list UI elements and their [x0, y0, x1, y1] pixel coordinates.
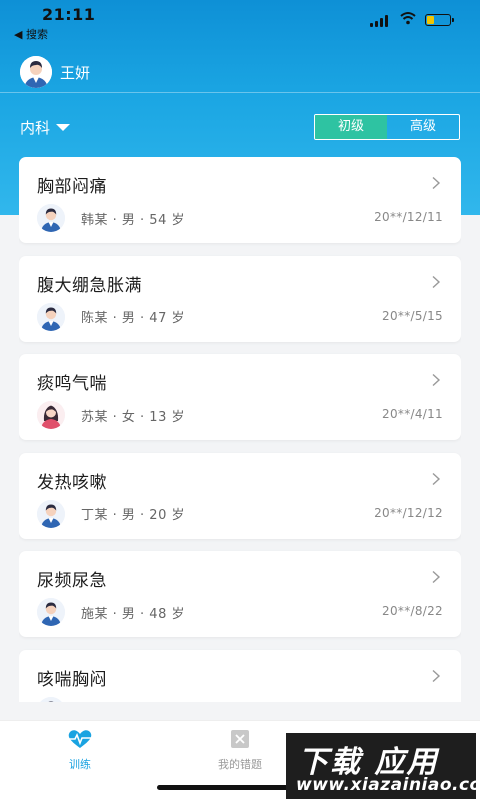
- case-card[interactable]: 尿频尿急施某 · 男 · 48 岁 20**/8/22: [19, 551, 461, 637]
- patient-details: 韩某 · 男 · 54 岁: [81, 212, 185, 228]
- user-name: 王妍: [60, 63, 91, 82]
- cellular-signal-icon: [370, 15, 392, 27]
- patient-details: 陈某 · 男 · 47 岁: [81, 311, 185, 326]
- tab-training[interactable]: 训练: [20, 729, 140, 772]
- patient-avatar: [37, 598, 65, 626]
- patient-info: 韩某 · 男 · 54 岁: [37, 204, 185, 232]
- chevron-right-icon: [432, 669, 441, 682]
- status-bar: 21:11 ◀ 搜索: [0, 0, 480, 41]
- watermark-url: www.xiazainiao.com: [296, 775, 480, 795]
- patient-info: 施某 · 男 · 48 岁: [37, 598, 185, 626]
- patient-details: 施某 · 男 · 48 岁: [81, 606, 185, 622]
- battery-icon: [425, 14, 454, 26]
- case-date: 20**/4/11: [382, 407, 443, 421]
- male-patient-avatar-icon: [37, 204, 65, 232]
- chevron-right-icon: [432, 275, 441, 288]
- case-date: 20**/12/12: [374, 505, 443, 520]
- level-option-basic[interactable]: 初级: [315, 115, 387, 139]
- level-option-advanced[interactable]: 高级: [387, 115, 459, 139]
- patient-info: 苏某 · 女 · 13 岁: [37, 401, 185, 429]
- patient-info: 丁某 · 男 · 20 岁: [37, 499, 185, 528]
- case-title: 咳喘胸闷: [37, 669, 107, 690]
- back-to-search-link[interactable]: ◀ 搜索: [14, 26, 48, 42]
- department-label: 内科: [20, 119, 51, 137]
- case-date: 20**/5/15: [382, 308, 443, 323]
- patient-details: 苏某 · 女 · 13 岁: [81, 409, 185, 425]
- heartbeat-icon: [68, 730, 92, 748]
- chevron-right-icon: [432, 472, 441, 485]
- case-title: 痰鸣气喘: [37, 374, 107, 394]
- patient-info: 陈某 · 男 · 47 岁: [37, 302, 185, 331]
- chevron-right-icon: [432, 176, 441, 190]
- watermark: 下载 应用 www.xiazainiao.com: [286, 733, 480, 799]
- tab-wrong-questions-label: 我的错题: [218, 758, 262, 771]
- patient-avatar: [37, 696, 65, 702]
- chevron-right-icon: [432, 373, 441, 387]
- status-time: 21:11: [42, 5, 96, 24]
- male-patient-avatar-icon: [37, 499, 65, 528]
- wifi-icon: [400, 12, 416, 25]
- case-title: 尿频尿急: [37, 571, 107, 591]
- doctor-avatar-icon: [20, 56, 52, 88]
- case-title: 胸部闷痛: [37, 177, 107, 197]
- patient-avatar: [37, 204, 65, 232]
- case-title: 发热咳嗽: [37, 472, 107, 493]
- level-toggle: 初级 高级: [314, 114, 460, 140]
- department-dropdown[interactable]: 内科: [20, 117, 71, 138]
- case-card[interactable]: 咳喘胸闷: [19, 649, 461, 702]
- case-title: 腹大绷急胀满: [37, 275, 142, 296]
- filter-row: 内科 初级 高级: [20, 114, 460, 140]
- chevron-right-icon: [432, 570, 441, 584]
- user-avatar: [20, 56, 52, 88]
- tab-wrong-questions[interactable]: 我的错题: [180, 729, 300, 772]
- patient-info: [37, 696, 81, 702]
- wrong-questions-icon: [231, 730, 249, 748]
- case-date: 20**/8/22: [382, 604, 443, 618]
- male-patient-avatar-icon: [37, 598, 65, 626]
- case-date: 20**/12/11: [374, 210, 443, 224]
- patient-avatar: [37, 401, 65, 429]
- female-patient-avatar-icon: [37, 401, 65, 429]
- patient-details: 丁某 · 男 · 20 岁: [81, 508, 185, 523]
- male-patient-avatar-icon: [37, 696, 65, 702]
- case-card[interactable]: 痰鸣气喘苏某 · 女 · 13 岁 20**/4/11: [19, 354, 461, 440]
- user-profile[interactable]: 王妍: [20, 56, 90, 88]
- patient-avatar: [37, 499, 65, 528]
- caret-down-icon: [56, 124, 71, 131]
- case-list: 胸部闷痛韩某 · 男 · 54 岁 20**/12/11 腹大绷急胀满陈某 · 男 …: [19, 157, 461, 702]
- patient-avatar: [37, 302, 65, 331]
- case-card[interactable]: 腹大绷急胀满陈某 · 男 · 47 岁 20**/5/15: [19, 255, 461, 342]
- case-card[interactable]: 胸部闷痛韩某 · 男 · 54 岁 20**/12/11: [19, 157, 461, 243]
- case-card[interactable]: 发热咳嗽丁某 · 男 · 20 岁 20**/12/12: [19, 452, 461, 539]
- male-patient-avatar-icon: [37, 302, 65, 331]
- tab-training-label: 训练: [69, 758, 91, 771]
